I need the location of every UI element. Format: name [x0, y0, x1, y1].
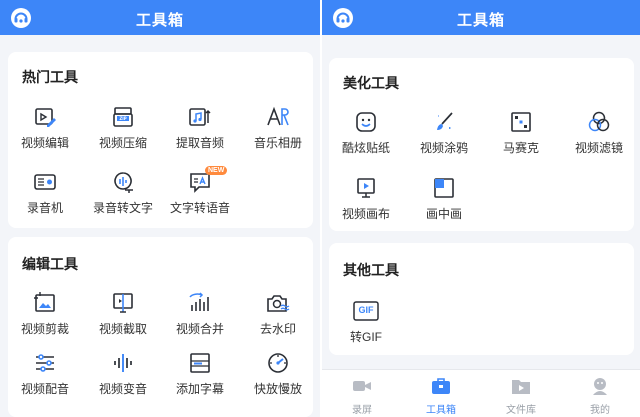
tool-video-dub[interactable]: 视频配音	[6, 351, 84, 411]
page-title: 工具箱	[135, 12, 184, 29]
picture-in-picture-icon	[434, 178, 454, 198]
mosaic-icon	[511, 112, 531, 132]
tool-label: 视频配音	[20, 382, 69, 396]
tool-voice-change[interactable]: 视频变音	[84, 351, 162, 411]
tool-record-to-text[interactable]: 录音转文字	[84, 170, 162, 230]
tool-label: 视频滤镜	[574, 141, 623, 155]
user-profile-icon	[593, 378, 607, 395]
bottom-tab-bar: 录屏 工具箱 文件库 我的	[322, 369, 640, 417]
tool-sticker[interactable]: 酷炫贴纸	[327, 110, 405, 170]
tool-doodle[interactable]: 视频涂鸦	[405, 110, 483, 170]
tool-label: 画中画	[425, 207, 462, 221]
tool-label: 去水印	[259, 322, 296, 336]
video-cut-icon	[113, 293, 133, 313]
speed-icon	[268, 353, 288, 373]
video-compress-icon: ZIP	[113, 107, 133, 127]
toolbox-icon	[432, 378, 450, 394]
right-screen: 工具箱 美化工具 酷炫贴纸 视频涂鸦 马赛克 视频滤镜 视频画布 画中画 其他工…	[322, 0, 640, 417]
brush-icon	[437, 112, 453, 130]
tool-music-album[interactable]: 音乐相册	[239, 105, 317, 165]
tool-video-crop[interactable]: 视频剪裁	[6, 291, 84, 351]
sticker-icon	[356, 112, 376, 132]
tab-label: 我的	[590, 405, 610, 416]
tab-label: 文件库	[506, 405, 536, 416]
tab-toolbox[interactable]: 工具箱	[411, 376, 471, 416]
tool-video-cut[interactable]: 视频截取	[84, 291, 162, 351]
tool-label: 提取音频	[175, 136, 224, 150]
tool-label: 视频画布	[341, 207, 390, 221]
recorder-icon	[34, 174, 56, 190]
video-dub-icon	[36, 354, 54, 372]
video-merge-icon	[189, 292, 209, 311]
tool-label: 转GIF	[350, 330, 382, 344]
edit-tools-card: 编辑工具 视频剪裁 视频截取 视频合并 去水印 视频配音 视频变音 添加字幕 快…	[8, 237, 313, 417]
tool-label: 酷炫贴纸	[341, 141, 390, 155]
tab-file-library[interactable]: 文件库	[491, 376, 551, 416]
tool-label: 快放慢放	[253, 382, 302, 396]
tool-to-gif[interactable]: GIF 转GIF	[327, 299, 405, 359]
tool-add-subtitle[interactable]: 添加字幕	[161, 351, 239, 411]
file-library-icon	[512, 380, 530, 394]
tool-speed-control[interactable]: 快放慢放	[239, 351, 317, 411]
tool-extract-audio[interactable]: 提取音频	[161, 105, 239, 165]
section-title-other: 其他工具	[343, 262, 399, 278]
tool-filter[interactable]: 视频滤镜	[560, 110, 638, 170]
extract-audio-icon	[189, 108, 211, 126]
tool-mosaic[interactable]: 马赛克	[482, 110, 560, 170]
tool-recorder[interactable]: 录音机	[6, 170, 84, 230]
tool-label: 视频剪裁	[20, 322, 69, 336]
add-subtitle-icon	[190, 353, 210, 373]
video-canvas-icon	[357, 178, 375, 198]
tool-video-canvas[interactable]: 视频画布	[327, 176, 405, 236]
page-title: 工具箱	[456, 12, 505, 29]
tool-label: 音乐相册	[253, 136, 302, 150]
video-edit-icon	[35, 108, 56, 127]
tool-label: 文字转语音	[169, 201, 230, 215]
tab-label: 工具箱	[426, 405, 456, 416]
section-title-beauty: 美化工具	[343, 75, 399, 91]
remove-watermark-icon	[267, 295, 290, 312]
tool-remove-watermark[interactable]: 去水印	[239, 291, 317, 351]
hot-tools-card: 热门工具 视频编辑 ZIP 视频压缩 提取音频 音乐相册 录音机 录音转文字 N…	[8, 52, 313, 228]
other-tools-card: 其他工具 GIF 转GIF	[329, 243, 634, 355]
tab-record-screen[interactable]: 录屏	[332, 376, 392, 416]
tool-label: 马赛克	[502, 141, 539, 155]
tool-pip[interactable]: 画中画	[405, 176, 483, 236]
tool-video-edit[interactable]: 视频编辑	[6, 105, 84, 165]
tool-label: 视频合并	[175, 322, 224, 336]
gif-icon-text: GIF	[358, 305, 374, 315]
video-crop-icon	[34, 292, 55, 312]
header-bar: 工具箱	[0, 0, 320, 35]
section-title-hot: 热门工具	[22, 69, 78, 85]
beauty-tools-card: 美化工具 酷炫贴纸 视频涂鸦 马赛克 视频滤镜 视频画布 画中画	[329, 58, 634, 231]
section-title-edit: 编辑工具	[22, 256, 78, 272]
svg-text:ZIP: ZIP	[119, 116, 126, 121]
tab-mine[interactable]: 我的	[570, 376, 630, 416]
tool-text-to-speech[interactable]: NEW 文字转语音	[161, 166, 239, 230]
tool-label: 录音机	[26, 201, 63, 215]
tool-video-compress[interactable]: ZIP 视频压缩	[84, 105, 162, 165]
tab-label: 录屏	[352, 405, 372, 416]
new-badge: NEW	[205, 166, 228, 175]
music-album-icon	[267, 106, 289, 126]
tool-label: 视频编辑	[20, 136, 69, 150]
voice-change-icon	[114, 354, 132, 372]
record-to-text-icon	[114, 172, 133, 193]
left-screen: 工具箱 热门工具 视频编辑 ZIP 视频压缩 提取音频 音乐相册 录音机 录音转…	[0, 0, 320, 417]
video-camera-icon	[353, 381, 371, 391]
tool-label: 添加字幕	[175, 382, 224, 396]
filter-icon	[588, 111, 610, 132]
tool-video-merge[interactable]: 视频合并	[161, 291, 239, 351]
header-bar: 工具箱	[322, 0, 640, 35]
